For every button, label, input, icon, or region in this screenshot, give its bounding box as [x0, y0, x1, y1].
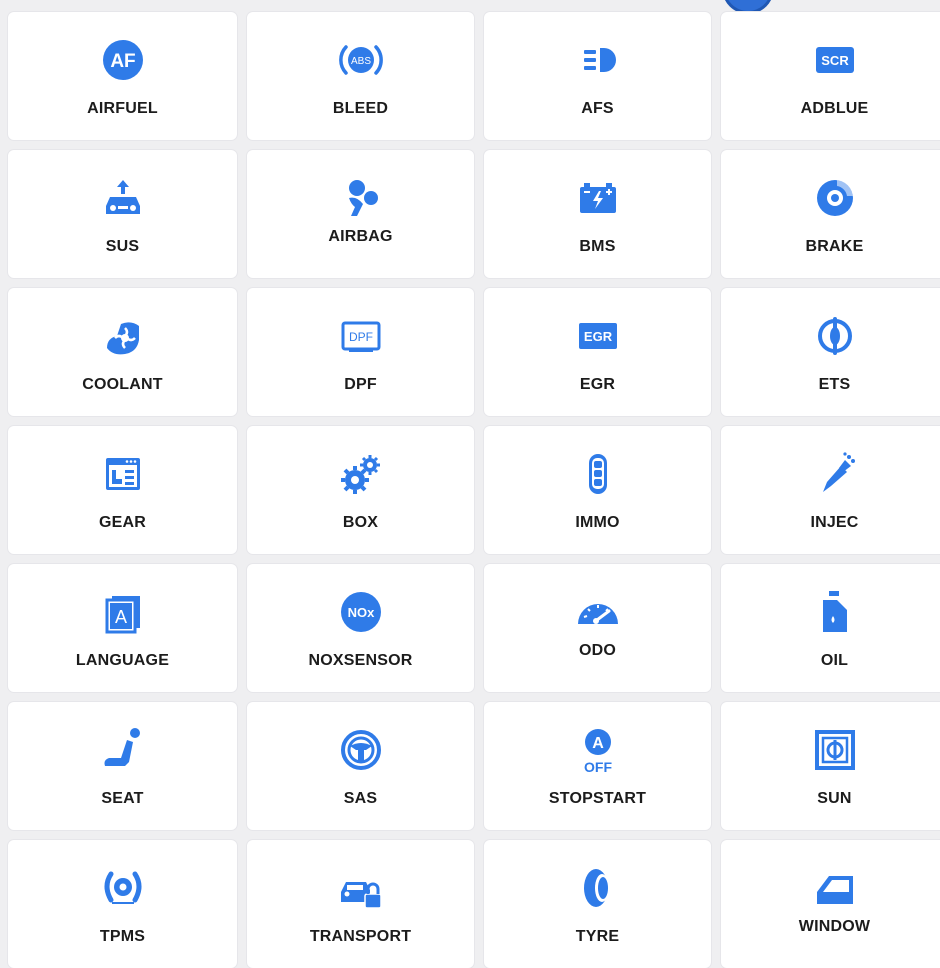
- function-tile-adblue[interactable]: SCR ADBLUE: [721, 12, 940, 140]
- function-tile-transport[interactable]: TRANSPORT: [247, 840, 474, 968]
- suspension-icon: [97, 172, 149, 224]
- battery-icon: [572, 172, 624, 224]
- svg-text:ABS: ABS: [350, 56, 370, 67]
- injector-icon: [809, 448, 861, 500]
- tile-label: SUS: [105, 238, 140, 255]
- tile-label: BRAKE: [805, 238, 864, 255]
- svg-text:A: A: [592, 735, 604, 752]
- tile-label: ETS: [818, 376, 851, 393]
- transport-lock-icon: [335, 862, 387, 914]
- function-tile-sas[interactable]: SAS: [247, 702, 474, 830]
- tpms-icon: [97, 862, 149, 914]
- throttle-icon: [809, 310, 861, 362]
- function-tile-oil[interactable]: OIL: [721, 564, 940, 692]
- svg-text:NOx: NOx: [347, 605, 375, 620]
- function-tile-immo[interactable]: IMMO: [484, 426, 711, 554]
- airfuel-icon: AF: [97, 34, 149, 86]
- tile-label: ADBLUE: [800, 100, 869, 117]
- function-tile-odo[interactable]: ODO: [484, 564, 711, 692]
- tile-label: SUN: [817, 790, 852, 807]
- tile-label: AFS: [581, 100, 614, 117]
- function-tile-tpms[interactable]: TPMS: [8, 840, 237, 968]
- tile-label: COOLANT: [82, 376, 163, 393]
- tile-label: WINDOW: [798, 918, 871, 935]
- scr-icon: SCR: [809, 34, 861, 86]
- svg-text:OFF: OFF: [584, 759, 612, 775]
- function-tile-ets[interactable]: ETS: [721, 288, 940, 416]
- nox-icon: NOx: [335, 586, 387, 638]
- function-tile-gear[interactable]: GEAR: [8, 426, 237, 554]
- function-tile-airfuel[interactable]: AF AIRFUEL: [8, 12, 237, 140]
- svg-text:SCR: SCR: [821, 53, 849, 68]
- tile-label: STOPSTART: [548, 790, 647, 807]
- tile-label: TRANSPORT: [309, 928, 412, 945]
- oil-can-icon: [809, 586, 861, 638]
- function-grid: AF AIRFUEL ABS BLEED AFS SCR ADBLUE SUS AIRBAG BM…: [8, 12, 940, 968]
- tile-label: OIL: [820, 652, 849, 669]
- gearbox-window-icon: [97, 448, 149, 500]
- function-tile-bleed[interactable]: ABS BLEED: [247, 12, 474, 140]
- function-tile-stopstart[interactable]: A OFF STOPSTART: [484, 702, 711, 830]
- egr-icon: EGR: [572, 310, 624, 362]
- coolant-fan-icon: [97, 310, 149, 362]
- tile-label: DPF: [344, 376, 377, 393]
- language-icon: A: [97, 586, 149, 638]
- tile-label: BOX: [342, 514, 379, 531]
- speedometer-icon: [572, 586, 624, 638]
- car-window-icon: [809, 862, 861, 914]
- tile-label: AIRFUEL: [87, 100, 158, 117]
- svg-text:A: A: [114, 607, 126, 627]
- tile-label: ODO: [578, 642, 617, 659]
- function-tile-box[interactable]: BOX: [247, 426, 474, 554]
- gears-icon: [335, 448, 387, 500]
- svg-text:DPF: DPF: [349, 330, 373, 344]
- tile-label: INJEC: [810, 514, 859, 531]
- tile-label: LANGUAGE: [75, 652, 170, 669]
- function-tile-noxsensor[interactable]: NOx NOXSENSOR: [247, 564, 474, 692]
- function-tile-coolant[interactable]: COOLANT: [8, 288, 237, 416]
- tile-label: SEAT: [101, 790, 144, 807]
- tile-label: AIRBAG: [328, 228, 393, 245]
- headlight-icon: [572, 34, 624, 86]
- function-tile-afs[interactable]: AFS: [484, 12, 711, 140]
- function-tile-sus[interactable]: SUS: [8, 150, 237, 278]
- tile-label: EGR: [579, 376, 616, 393]
- auto-stop-start-icon: A OFF: [572, 724, 624, 776]
- function-tile-airbag[interactable]: AIRBAG: [247, 150, 474, 278]
- tile-label: BMS: [579, 238, 616, 255]
- function-tile-language[interactable]: A LANGUAGE: [8, 564, 237, 692]
- function-tile-sun[interactable]: SUN: [721, 702, 940, 830]
- function-tile-window[interactable]: WINDOW: [721, 840, 940, 968]
- airbag-icon: [335, 172, 387, 224]
- tile-label: IMMO: [575, 514, 620, 531]
- function-tile-seat[interactable]: SEAT: [8, 702, 237, 830]
- function-tile-dpf[interactable]: DPF DPF: [247, 288, 474, 416]
- key-fob-icon: [572, 448, 624, 500]
- tile-label: TYRE: [575, 928, 620, 945]
- brake-disc-icon: [809, 172, 861, 224]
- function-tile-injec[interactable]: INJEC: [721, 426, 940, 554]
- tile-label: GEAR: [98, 514, 147, 531]
- tile-label: TPMS: [99, 928, 146, 945]
- tile-label: SAS: [343, 790, 378, 807]
- sunroof-icon: [809, 724, 861, 776]
- dpf-icon: DPF: [335, 310, 387, 362]
- svg-text:AF: AF: [110, 51, 135, 72]
- steering-wheel-icon: [335, 724, 387, 776]
- seat-icon: [97, 724, 149, 776]
- function-tile-bms[interactable]: BMS: [484, 150, 711, 278]
- function-tile-egr[interactable]: EGR EGR: [484, 288, 711, 416]
- function-tile-tyre[interactable]: TYRE: [484, 840, 711, 968]
- tile-label: BLEED: [332, 100, 389, 117]
- abs-icon: ABS: [335, 34, 387, 86]
- function-tile-brake[interactable]: BRAKE: [721, 150, 940, 278]
- tile-label: NOXSENSOR: [308, 652, 413, 669]
- svg-text:EGR: EGR: [583, 329, 612, 344]
- tyre-icon: [572, 862, 624, 914]
